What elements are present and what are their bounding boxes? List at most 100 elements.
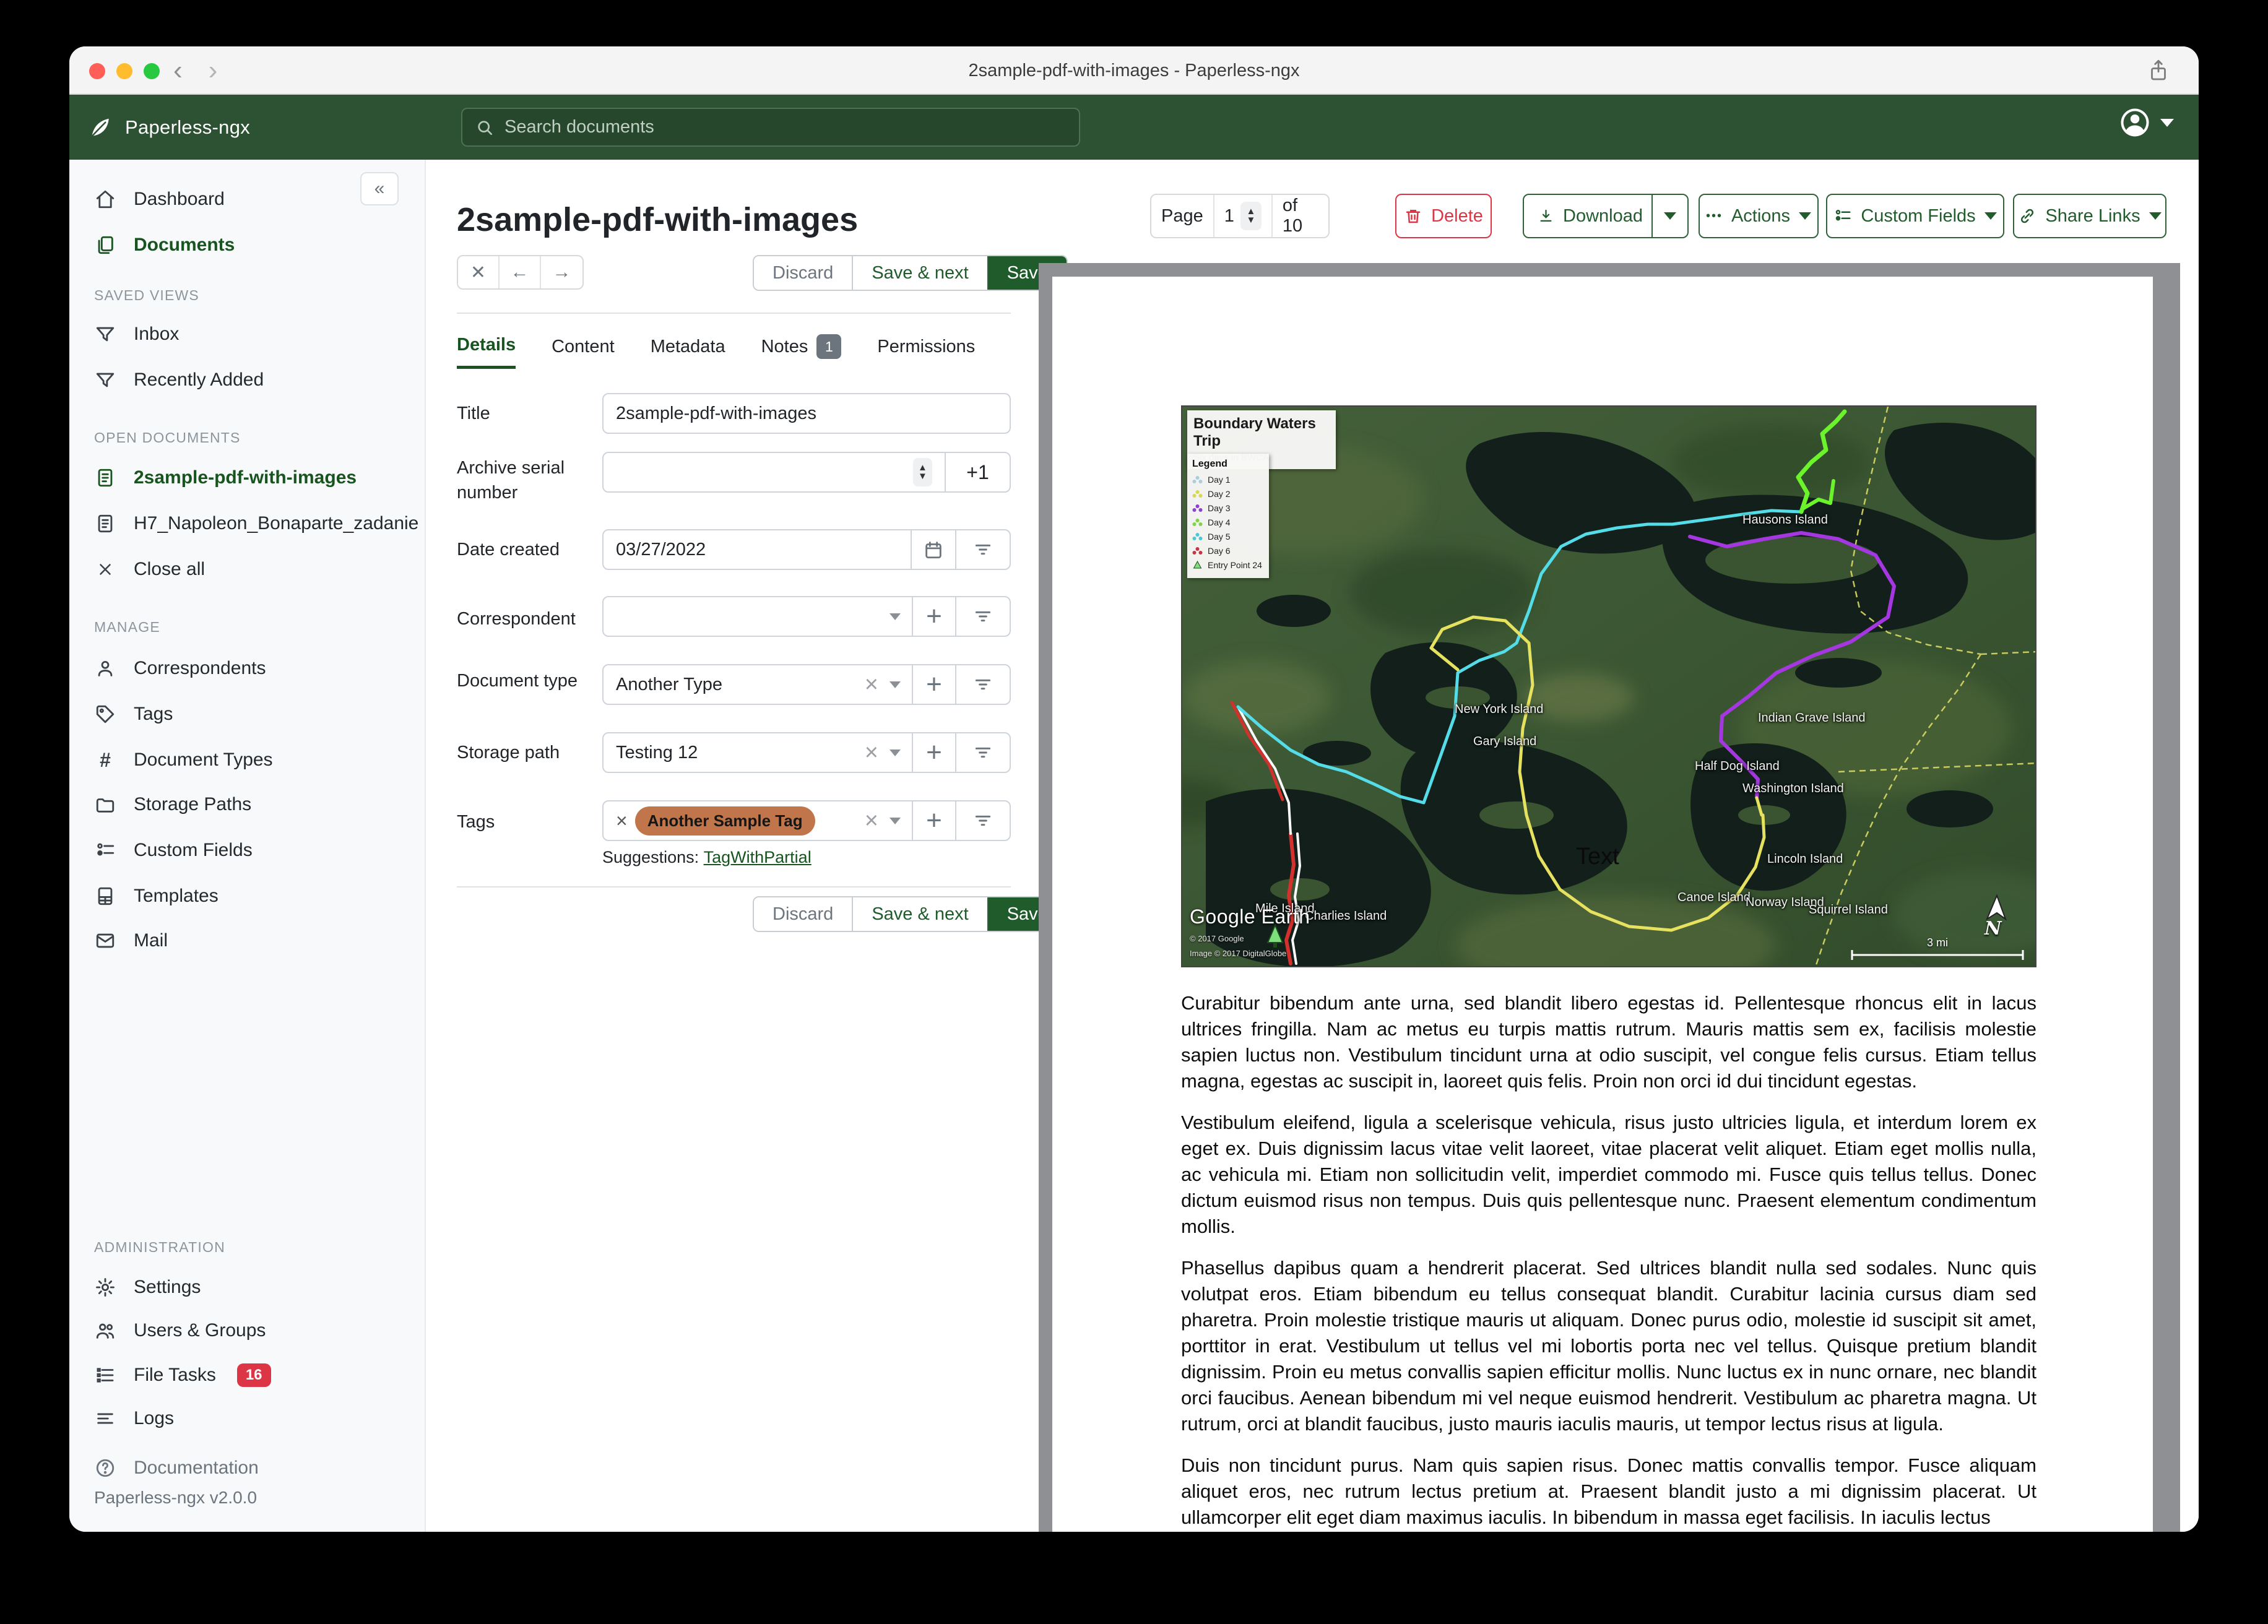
asn-field-label: Archive serial number — [457, 458, 565, 503]
sidebar-item-open-doc-2[interactable]: H7_Napoleon_Bonaparte_zadanie — [94, 504, 418, 543]
sidebar-item-users-groups[interactable]: Users & Groups — [94, 1311, 266, 1350]
zoom-window-button[interactable] — [144, 63, 160, 79]
share-icon[interactable] — [2145, 58, 2171, 84]
sidebar-item-document-types[interactable]: # Document Types — [94, 740, 272, 780]
correspondent-select[interactable] — [604, 597, 889, 636]
document-nav-group: ✕ ← → — [457, 255, 584, 290]
custom-fields-button[interactable]: Custom Fields — [1826, 194, 2004, 238]
map-image-credit: Image © 2017 DigitalGlobe — [1190, 949, 1287, 958]
date-filter-button[interactable] — [955, 530, 1010, 569]
sidebar-item-correspondents[interactable]: Correspondents — [94, 649, 266, 688]
pdf-page: Boundary Waters Trip Six days in BWCA Le… — [1052, 277, 2153, 1532]
sidebar-item-open-doc-1[interactable]: 2sample-pdf-with-images — [94, 458, 357, 498]
sidebar-item-recently-added[interactable]: Recently Added — [94, 360, 264, 400]
hash-icon: # — [100, 748, 111, 771]
user-menu[interactable] — [2118, 106, 2174, 139]
sidebar-item-templates[interactable]: Templates — [94, 876, 219, 916]
sidebar-item-close-all[interactable]: Close all — [94, 550, 205, 589]
tags-filter-button[interactable] — [955, 801, 1010, 840]
storage-path-filter-button[interactable] — [955, 733, 1010, 772]
suggestion-link[interactable]: TagWithPartial — [704, 848, 812, 866]
storage-path-add-button[interactable]: + — [912, 733, 955, 772]
app-header: Paperless-ngx — [69, 95, 2199, 160]
asn-stepper[interactable]: ▲ ▼ — [912, 458, 932, 486]
page-navigation: Page 1 ▲ ▼ of 10 — [1150, 194, 1330, 238]
correspondent-filter-button[interactable] — [955, 597, 1010, 636]
close-document-button[interactable]: ✕ — [458, 256, 500, 288]
sidebar-item-custom-fields[interactable]: Custom Fields — [94, 831, 253, 870]
asn-plus-one-button[interactable]: +1 — [945, 453, 1010, 491]
map-scale-label: 3 mi — [1926, 936, 1948, 949]
save-next-button-bottom[interactable]: Save & next — [853, 897, 989, 931]
page-number-input[interactable]: 1 ▲ ▼ — [1213, 195, 1273, 237]
storage-path-clear-icon[interactable]: × — [865, 741, 878, 764]
sidebar-item-inbox[interactable]: Inbox — [94, 314, 179, 354]
actions-button[interactable]: ••• Actions — [1699, 194, 1819, 238]
sidebar-item-storage-paths[interactable]: Storage Paths — [94, 785, 251, 824]
document-type-select[interactable]: Another Type — [604, 665, 865, 704]
close-window-button[interactable] — [89, 63, 105, 79]
sidebar-item-documentation[interactable]: Documentation — [94, 1448, 259, 1488]
date-created-input[interactable] — [616, 539, 898, 560]
legend-item: Day 4 — [1192, 515, 1264, 529]
browser-back-icon[interactable]: ‹ — [173, 55, 183, 86]
pdf-paragraph: Phasellus dapibus quam a hendrerit place… — [1181, 1257, 2036, 1435]
browser-forward-icon[interactable]: › — [209, 55, 218, 86]
share-links-label: Share Links — [2045, 205, 2140, 226]
sidebar-item-tags[interactable]: Tags — [94, 694, 173, 734]
tag-remove-icon[interactable]: × — [616, 810, 628, 832]
document-type-add-button[interactable]: + — [912, 665, 955, 704]
sidebar-item-label: Mail — [134, 930, 168, 951]
app-version: Paperless-ngx v2.0.0 — [94, 1488, 258, 1507]
tab-notes[interactable]: Notes 1 — [761, 334, 842, 369]
delete-button[interactable]: Delete — [1395, 194, 1492, 238]
tag-chip[interactable]: Another Sample Tag — [634, 806, 815, 836]
map-island-label: Gary Island — [1473, 735, 1537, 748]
document-type-clear-icon[interactable]: × — [865, 673, 878, 696]
sidebar-item-logs[interactable]: Logs — [94, 1399, 174, 1438]
map-island-label: Indian Grave Island — [1758, 711, 1866, 725]
tab-details[interactable]: Details — [457, 334, 516, 369]
discard-button-bottom[interactable]: Discard — [754, 897, 854, 931]
tab-metadata[interactable]: Metadata — [651, 334, 725, 369]
home-icon — [94, 188, 116, 210]
tags-label: Tags — [457, 812, 495, 832]
tags-select[interactable]: × Another Sample Tag — [604, 801, 865, 840]
sidebar-collapse-button[interactable]: « — [360, 172, 399, 205]
map-island-label: Canoe Island — [1677, 891, 1751, 904]
sidebar-item-file-tasks[interactable]: File Tasks 16 — [94, 1355, 271, 1395]
sidebar-item-mail[interactable]: Mail — [94, 921, 168, 961]
calendar-button[interactable] — [911, 530, 955, 569]
pdf-preview-pane[interactable]: Boundary Waters Trip Six days in BWCA Le… — [1039, 263, 2180, 1532]
sidebar-item-dashboard[interactable]: Dashboard — [94, 179, 225, 219]
title-input[interactable] — [616, 403, 997, 424]
storage-path-select[interactable]: Testing 12 — [604, 733, 865, 772]
discard-button[interactable]: Discard — [754, 256, 854, 290]
divider — [457, 886, 1011, 888]
tags-clear-icon[interactable]: × — [865, 809, 878, 832]
correspondent-add-button[interactable]: + — [912, 597, 955, 636]
file-tasks-count-badge: 16 — [236, 1363, 271, 1387]
date-created-field — [602, 529, 1011, 570]
download-dropdown-caret[interactable] — [1651, 195, 1687, 237]
sidebar-item-documents[interactable]: Documents — [94, 225, 235, 265]
share-links-button[interactable]: Share Links — [2013, 194, 2166, 238]
next-document-button[interactable]: → — [541, 256, 582, 288]
previous-document-button[interactable]: ← — [500, 256, 541, 288]
app-logo[interactable]: Paperless-ngx — [87, 114, 250, 141]
asn-input[interactable] — [616, 462, 906, 483]
download-button[interactable]: Download — [1523, 194, 1689, 238]
date-created-label: Date created — [457, 540, 560, 559]
sidebar-item-label: Settings — [134, 1277, 201, 1297]
save-next-button[interactable]: Save & next — [853, 256, 989, 290]
tab-content[interactable]: Content — [552, 334, 615, 369]
minimize-window-button[interactable] — [116, 63, 132, 79]
sidebar-item-settings[interactable]: Settings — [94, 1268, 201, 1307]
tab-label: Details — [457, 335, 516, 355]
document-type-filter-button[interactable] — [955, 665, 1010, 704]
search-bar[interactable] — [461, 108, 1080, 147]
tab-permissions[interactable]: Permissions — [877, 334, 975, 369]
page-stepper[interactable]: ▲ ▼ — [1240, 202, 1262, 230]
tags-add-button[interactable]: + — [912, 801, 955, 840]
search-input[interactable] — [504, 117, 1067, 137]
